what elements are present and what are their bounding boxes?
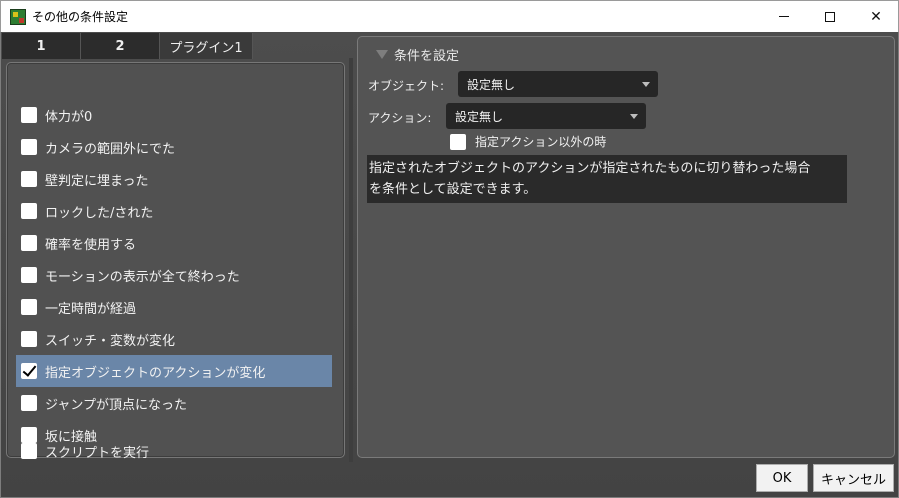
cancel-button[interactable]: キャンセル xyxy=(813,464,894,492)
description-box: 指定されたオブジェクトのアクションが指定されたものに切り替わった場合 を条件とし… xyxy=(367,155,847,203)
condition-item-wall-embed[interactable]: 壁判定に埋まった xyxy=(16,163,332,195)
condition-label: 指定オブジェクトのアクションが変化 xyxy=(45,365,266,381)
tab-bar: 1 2 プラグイン1 xyxy=(2,33,253,59)
close-icon: ✕ xyxy=(870,8,882,25)
object-label: オブジェクト: xyxy=(368,79,445,93)
checkbox[interactable] xyxy=(21,299,37,315)
action-label: アクション: xyxy=(368,111,432,125)
panel-splitter[interactable] xyxy=(349,58,353,462)
condition-list: 体力が0 カメラの範囲外にでた 壁判定に埋まった ロックした/された 確率を使用… xyxy=(6,62,345,461)
checkbox[interactable] xyxy=(21,139,37,155)
checkbox[interactable] xyxy=(21,267,37,283)
tab-2[interactable]: 2 xyxy=(81,33,160,59)
collapse-triangle-icon xyxy=(376,50,388,59)
section-title: 条件を設定 xyxy=(394,49,460,64)
ok-button[interactable]: OK xyxy=(756,464,808,492)
condition-row-inner: スクリプトを実行 xyxy=(16,439,149,463)
condition-item-lock[interactable]: ロックした/された xyxy=(16,195,332,227)
object-dropdown-value: 設定無し xyxy=(467,77,516,92)
checkbox[interactable] xyxy=(21,107,37,123)
checkbox[interactable] xyxy=(21,203,37,219)
maximize-button[interactable] xyxy=(807,1,853,32)
description-line-1: 指定されたオブジェクトのアクションが指定されたものに切り替わった場合 xyxy=(369,161,811,176)
condition-item-hp-zero[interactable]: 体力が0 xyxy=(16,99,332,131)
chevron-down-icon xyxy=(642,82,650,87)
condition-item-run-script[interactable]: スクリプトを実行 xyxy=(16,443,332,461)
description-line-2: を条件として設定できます。 xyxy=(369,182,537,197)
condition-label: 確率を使用する xyxy=(45,237,137,253)
checkbox[interactable] xyxy=(21,395,37,411)
checkbox[interactable] xyxy=(21,331,37,347)
condition-label: ロックした/された xyxy=(45,205,154,221)
condition-label: カメラの範囲外にでた xyxy=(45,141,176,157)
condition-item-switch-variable[interactable]: スイッチ・変数が変化 xyxy=(16,323,332,355)
minimize-button[interactable] xyxy=(761,1,807,32)
checkbox-checked[interactable] xyxy=(21,363,37,379)
checkbox[interactable] xyxy=(21,235,37,251)
action-dropdown-value: 設定無し xyxy=(455,109,504,124)
condition-label: スイッチ・変数が変化 xyxy=(45,333,176,349)
condition-item-probability[interactable]: 確率を使用する xyxy=(16,227,332,259)
condition-item-jump-apex[interactable]: ジャンプが頂点になった xyxy=(16,387,332,419)
tab-1[interactable]: 1 xyxy=(2,33,81,59)
condition-label: ジャンプが頂点になった xyxy=(45,397,187,413)
except-action-label: 指定アクション以外の時 xyxy=(475,135,607,149)
maximize-icon xyxy=(825,11,835,22)
condition-label: 壁判定に埋まった xyxy=(45,173,149,189)
settings-panel: 条件を設定 オブジェクト: 設定無し アクション: 設定無し 指定アクション以外… xyxy=(357,36,895,458)
section-header[interactable]: 条件を設定 xyxy=(376,45,459,64)
condition-item-time-elapsed[interactable]: 一定時間が経過 xyxy=(16,291,332,323)
condition-label: モーションの表示が全て終わった xyxy=(45,269,240,285)
condition-item-motion-finished[interactable]: モーションの表示が全て終わった xyxy=(16,259,332,291)
tab-plugin1[interactable]: プラグイン1 xyxy=(160,33,253,59)
condition-label: 体力が0 xyxy=(45,109,93,125)
chevron-down-icon xyxy=(630,114,638,119)
object-dropdown[interactable]: 設定無し xyxy=(458,71,658,97)
checkbox[interactable] xyxy=(21,443,37,459)
condition-label: スクリプトを実行 xyxy=(45,445,150,461)
checkbox[interactable] xyxy=(21,171,37,187)
action-dropdown[interactable]: 設定無し xyxy=(446,103,646,129)
minimize-icon xyxy=(779,16,789,17)
title-bar: その他の条件設定 ✕ xyxy=(0,0,899,32)
close-button[interactable]: ✕ xyxy=(853,1,899,32)
except-action-checkbox[interactable] xyxy=(450,133,466,150)
condition-label: 一定時間が経過 xyxy=(45,301,137,317)
app-icon xyxy=(10,9,26,25)
window-title: その他の条件設定 xyxy=(32,10,129,24)
dialog-body: 1 2 プラグイン1 体力が0 カメラの範囲外にでた 壁判定に埋まった ロックし… xyxy=(0,32,899,498)
condition-item-object-action-changed[interactable]: 指定オブジェクトのアクションが変化 xyxy=(16,355,332,387)
except-action-option[interactable]: 指定アクション以外の時 xyxy=(450,133,606,150)
condition-item-out-of-camera[interactable]: カメラの範囲外にでた xyxy=(16,131,332,163)
